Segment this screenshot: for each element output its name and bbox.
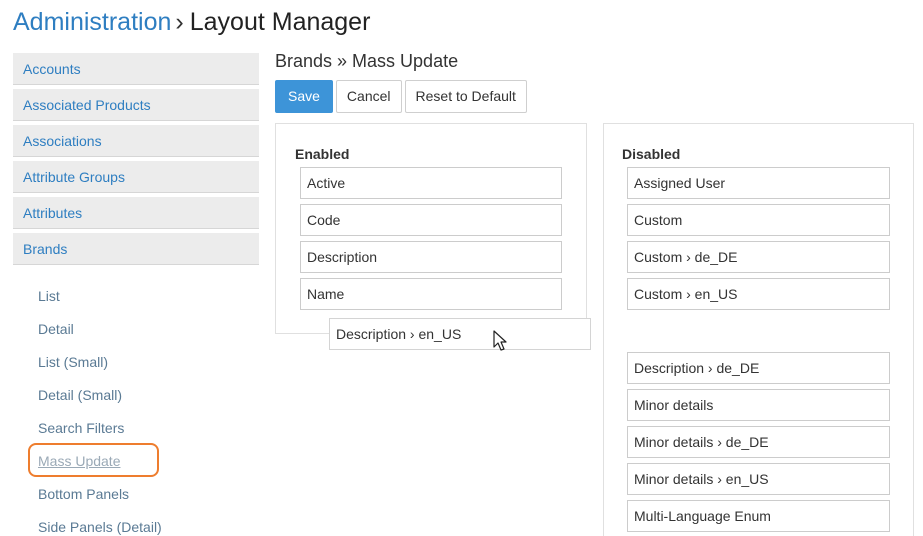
enabled-field-item[interactable]: Code bbox=[300, 204, 562, 236]
toolbar: Save Cancel Reset to Default bbox=[275, 80, 530, 113]
enabled-field-item[interactable]: Active bbox=[300, 167, 562, 199]
disabled-field-item[interactable]: Custom › de_DE bbox=[627, 241, 890, 273]
disabled-field-item[interactable]: Custom › en_US bbox=[627, 278, 890, 310]
layout-type-bottom-panels-link[interactable]: Bottom Panels bbox=[13, 478, 259, 511]
disabled-field-item[interactable]: Assigned User bbox=[627, 167, 890, 199]
section-title: Brands » Mass Update bbox=[275, 51, 459, 71]
breadcrumb-current: Layout Manager bbox=[189, 8, 371, 36]
reset-to-default-button[interactable]: Reset to Default bbox=[404, 80, 527, 113]
cancel-button[interactable]: Cancel bbox=[335, 80, 402, 113]
scope-item-associations[interactable]: Associations bbox=[13, 125, 259, 157]
disabled-field-item[interactable]: Description › de_DE bbox=[627, 352, 890, 384]
disabled-panel-title: Disabled bbox=[622, 146, 681, 162]
enabled-field-item[interactable]: Name bbox=[300, 278, 562, 310]
disabled-field-item[interactable]: Minor details bbox=[627, 389, 890, 421]
scope-item-associated-products[interactable]: Associated Products bbox=[13, 89, 259, 121]
enabled-field-item[interactable]: Description bbox=[300, 241, 562, 273]
layout-type-list-link[interactable]: List bbox=[13, 280, 259, 313]
layout-type-detail-small-link[interactable]: Detail (Small) bbox=[13, 379, 259, 412]
disabled-field-item[interactable]: Custom bbox=[627, 204, 890, 236]
scope-item-attributes[interactable]: Attributes bbox=[13, 197, 259, 229]
layout-type-detail-link[interactable]: Detail bbox=[13, 313, 259, 346]
enabled-fields-panel: Enabled Active Code Description Name bbox=[275, 123, 587, 334]
breadcrumb-separator: › bbox=[175, 8, 184, 36]
scope-item-brands[interactable]: Brands bbox=[13, 233, 259, 265]
disabled-fields-panel: Disabled Assigned User Custom Custom › d… bbox=[603, 123, 914, 536]
layout-type-list-small-link[interactable]: List (Small) bbox=[13, 346, 259, 379]
dragging-field-item[interactable]: Description › en_US bbox=[329, 318, 591, 350]
scope-item-attribute-groups[interactable]: Attribute Groups bbox=[13, 161, 259, 193]
enabled-panel-title: Enabled bbox=[295, 146, 350, 162]
save-button[interactable]: Save bbox=[275, 80, 333, 113]
disabled-field-item[interactable]: Minor details › de_DE bbox=[627, 426, 890, 458]
disabled-field-item[interactable]: Multi-Language Enum bbox=[627, 500, 890, 532]
scope-item-accounts[interactable]: Accounts bbox=[13, 53, 259, 85]
page-title: Administration › Layout Manager bbox=[13, 6, 370, 38]
scope-list: Accounts Associated Products Association… bbox=[13, 53, 259, 269]
disabled-field-item[interactable]: Minor details › en_US bbox=[627, 463, 890, 495]
layout-type-mass-update-link[interactable]: Mass Update bbox=[13, 445, 259, 478]
breadcrumb-administration-link[interactable]: Administration bbox=[13, 8, 171, 36]
layout-type-side-panels-detail-link[interactable]: Side Panels (Detail) bbox=[13, 511, 259, 536]
mouse-pointer-icon bbox=[493, 330, 507, 351]
layout-type-search-filters-link[interactable]: Search Filters bbox=[13, 412, 259, 445]
layout-type-list: List Detail List (Small) Detail (Small) … bbox=[13, 280, 259, 536]
